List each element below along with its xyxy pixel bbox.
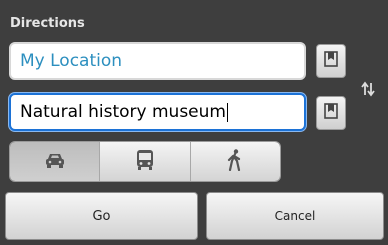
bus-icon (135, 149, 155, 175)
start-location-value: My Location (20, 51, 123, 71)
directions-dialog: Directions My Location Natural history m… (0, 0, 388, 245)
start-bookmark-button[interactable] (316, 44, 346, 78)
bookmark-icon (324, 51, 338, 71)
swap-arrows-icon (361, 81, 375, 101)
travel-mode-selector (9, 141, 281, 182)
mode-walk-button[interactable] (190, 142, 280, 181)
car-icon (44, 151, 66, 173)
mode-car-button[interactable] (10, 142, 101, 181)
destination-field[interactable]: Natural history museum (9, 93, 306, 131)
cancel-button[interactable]: Cancel (206, 192, 384, 240)
go-button[interactable]: Go (5, 192, 198, 240)
bookmark-icon (324, 103, 338, 123)
text-cursor (226, 102, 228, 122)
destination-bookmark-button[interactable] (316, 96, 346, 130)
swap-directions-button[interactable] (355, 76, 381, 106)
start-location-field[interactable]: My Location (9, 42, 306, 80)
mode-bus-button[interactable] (100, 142, 191, 181)
walk-icon (227, 148, 243, 175)
dialog-title: Directions (10, 16, 85, 31)
destination-value: Natural history museum (20, 102, 226, 122)
